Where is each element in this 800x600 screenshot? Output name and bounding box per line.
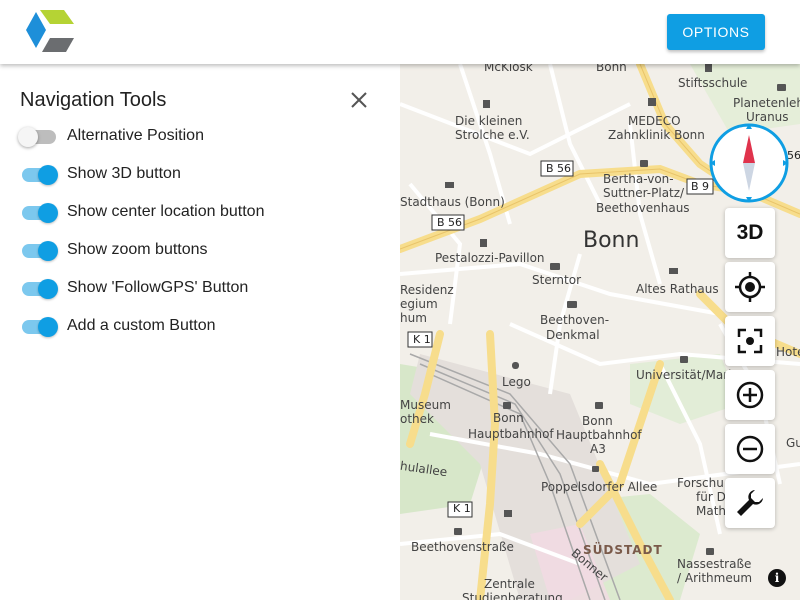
plus-circle-icon xyxy=(736,381,764,409)
center-location-button[interactable] xyxy=(725,262,775,312)
add-custom-button-toggle[interactable] xyxy=(18,315,62,339)
map-label: Bertha-von- xyxy=(603,172,674,186)
map-label: Pestalozzi-Pavillon xyxy=(435,251,545,265)
map-label: Residenz xyxy=(400,283,454,297)
map-label: Beethovenstraße xyxy=(411,540,514,554)
map-label: B 56 xyxy=(437,216,463,229)
map-label: othek xyxy=(400,412,434,426)
alternative-position-toggle[interactable] xyxy=(18,125,62,149)
map-label: Studienberatung xyxy=(462,591,563,600)
app-logo xyxy=(26,10,74,52)
app-header: OPTIONS xyxy=(0,0,800,64)
map-label: A3 xyxy=(590,442,606,456)
map-label: Bonn xyxy=(583,228,640,253)
map-label: B 56 xyxy=(546,162,572,175)
map-label: Planetenleh xyxy=(733,96,800,110)
map-label: Bonn xyxy=(582,414,613,428)
map-label: Strolche e.V. xyxy=(455,128,530,142)
option-alternative-position: Alternative Position xyxy=(18,121,378,149)
map-label: Die kleinen xyxy=(455,114,523,128)
map-label: Altes Rathaus xyxy=(636,282,719,296)
minus-circle-icon xyxy=(736,435,764,463)
option-show-3d-button: Show 3D button xyxy=(18,159,378,187)
option-label: Show 3D button xyxy=(67,165,181,182)
map-label: Beethoven- xyxy=(540,313,610,327)
map-label: Math xyxy=(696,504,727,518)
map-label: Bonn xyxy=(493,411,524,425)
info-icon[interactable]: i xyxy=(768,569,786,587)
map-label: Lego xyxy=(502,375,531,389)
map-label: Forschu xyxy=(677,476,724,490)
map-label: Sterntor xyxy=(532,273,582,287)
option-add-custom-button: Add a custom Button xyxy=(18,311,378,339)
map-label: Zentrale xyxy=(484,577,535,591)
map-label: Beethovenhaus xyxy=(596,201,690,215)
option-label: Add a custom Button xyxy=(67,317,216,334)
custom-button[interactable] xyxy=(725,478,775,528)
map-label: Museum xyxy=(400,398,451,412)
map-label: Bonn xyxy=(596,64,627,74)
map-label: Stadthaus (Bonn) xyxy=(400,195,505,209)
crosshair-icon xyxy=(735,272,765,302)
navigation-tools-panel: Navigation Tools Alternative Position Sh… xyxy=(0,64,400,600)
show-center-location-toggle[interactable] xyxy=(18,201,62,225)
map-label: hum xyxy=(400,311,427,325)
map-label: Hauptbahnhof xyxy=(556,428,642,442)
option-label: Show center location button xyxy=(67,203,265,220)
show-zoom-buttons-toggle[interactable] xyxy=(18,239,62,263)
map-label: Stiftsschule xyxy=(678,76,748,90)
option-show-followgps-button: Show 'FollowGPS' Button xyxy=(18,273,378,301)
option-label: Alternative Position xyxy=(67,127,204,144)
map-view[interactable]: McKiosk Bonn Stiftsschule Planetenleh Ur… xyxy=(400,64,800,600)
map-label: Hauptbahnhof xyxy=(468,427,554,441)
map-label: Hote xyxy=(776,345,800,359)
option-show-center-location-button: Show center location button xyxy=(18,197,378,225)
map-label: McKiosk xyxy=(484,64,533,74)
map-label: für D xyxy=(696,490,726,504)
map-label: Suttner-Platz/ xyxy=(603,186,685,200)
follow-gps-button[interactable] xyxy=(725,316,775,366)
compass-icon[interactable] xyxy=(708,122,790,204)
panel-title: Navigation Tools xyxy=(20,89,167,111)
option-show-zoom-buttons: Show zoom buttons xyxy=(18,235,378,263)
close-icon[interactable] xyxy=(346,88,372,112)
show-3d-button-toggle[interactable] xyxy=(18,163,62,187)
options-button[interactable]: OPTIONS xyxy=(667,14,765,50)
option-label: Show 'FollowGPS' Button xyxy=(67,279,249,296)
map-label: Poppelsdorfer Allee xyxy=(541,480,658,494)
map-label: SÜDSTADT xyxy=(583,543,663,557)
map-label: K 1 xyxy=(453,502,471,515)
map-label: B 9 xyxy=(691,180,710,193)
map-label: K 1 xyxy=(413,333,431,346)
show-followgps-toggle[interactable] xyxy=(18,277,62,301)
map-label: Universität/Mark xyxy=(636,368,736,382)
3d-button[interactable]: 3D xyxy=(725,208,775,258)
map-label: / Arithmeum xyxy=(677,571,753,585)
map-label: Zahnklinik Bonn xyxy=(608,128,705,142)
option-label: Show zoom buttons xyxy=(67,241,208,258)
wrench-icon xyxy=(737,490,763,516)
zoom-out-button[interactable] xyxy=(725,424,775,474)
map-label: MEDECO xyxy=(628,114,681,128)
map-label: egium xyxy=(400,297,438,311)
map-label: Nassestraße xyxy=(677,557,752,571)
focus-frame-icon xyxy=(737,328,763,354)
map-label: Denkmal xyxy=(546,328,600,342)
map-label: hulallee xyxy=(400,458,449,480)
zoom-in-button[interactable] xyxy=(725,370,775,420)
3d-button-label: 3D xyxy=(736,221,764,244)
map-label: Gu xyxy=(786,436,800,450)
